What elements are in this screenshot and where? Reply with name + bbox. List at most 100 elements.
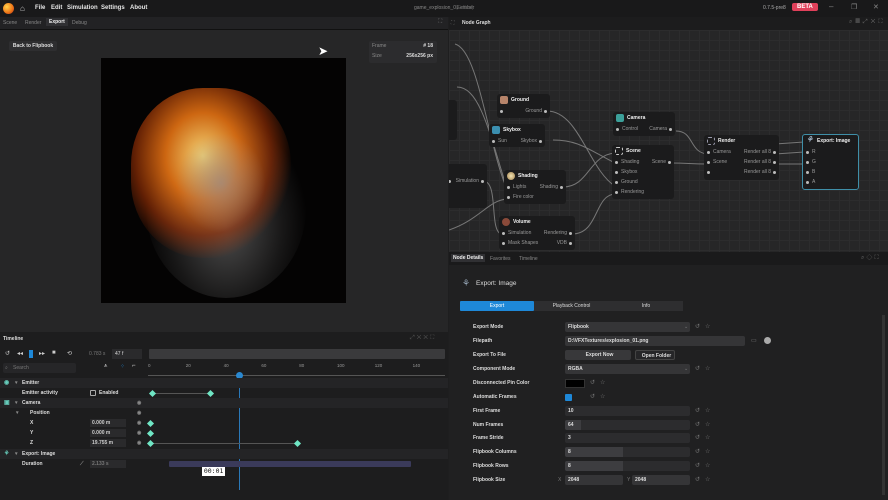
track-value-input[interactable]: 19.755 m <box>90 439 126 447</box>
pin-mask-shapes-in[interactable]: Mask Shapes <box>508 240 538 246</box>
track-value-input[interactable]: 2.133 s <box>90 460 126 468</box>
time-readout[interactable]: 0.783 s <box>89 351 105 357</box>
pin-shading-out[interactable]: Shading <box>540 182 564 192</box>
visibility-eye-icon[interactable]: ◉ <box>137 408 141 418</box>
node-skybox[interactable]: Skybox Sun Skybox <box>489 124 545 147</box>
favorite-star-icon[interactable]: ☆ <box>705 475 710 485</box>
subtab-info[interactable]: Info <box>609 301 683 311</box>
menu-edit[interactable]: Edit <box>51 5 62 11</box>
pin-control-in[interactable]: Control <box>622 126 638 132</box>
favorite-star-icon[interactable]: ☆ <box>705 461 710 471</box>
reset-icon[interactable]: ↺ <box>695 364 700 374</box>
timeline-track[interactable]: X 0.000 m ◉ <box>0 418 448 428</box>
reset-icon[interactable]: ↺ <box>695 420 700 430</box>
favorite-star-icon[interactable]: ☆ <box>600 378 605 388</box>
tab-render[interactable]: Render <box>25 20 41 26</box>
curve-icon[interactable]: ⩚ <box>104 363 107 370</box>
color-swatch[interactable] <box>565 379 585 388</box>
reset-icon[interactable]: ↺ <box>590 378 595 388</box>
prop-select[interactable]: Flipbook <box>565 322 690 332</box>
timeline-track[interactable]: ◉ ▾ Emitter <box>0 378 448 388</box>
tab-favorites[interactable]: Favorites <box>490 256 511 262</box>
duration-bar[interactable] <box>168 461 411 467</box>
reset-icon[interactable]: ↺ <box>695 475 700 485</box>
prop-select[interactable]: RGBA <box>565 364 690 374</box>
minimize-icon[interactable]: – <box>829 2 833 11</box>
favorite-star-icon[interactable]: ☆ <box>705 420 710 430</box>
node-partial-top[interactable] <box>449 100 457 140</box>
pin-fire-color-in[interactable]: Fire color <box>513 194 534 200</box>
reset-icon[interactable]: ↺ <box>695 406 700 416</box>
timeline-ruler[interactable] <box>148 375 445 376</box>
timeline-track[interactable]: Y 0.000 m ◉ <box>0 428 448 438</box>
pin-r-in[interactable]: R <box>812 149 816 155</box>
tab-debug[interactable]: Debug <box>72 20 87 26</box>
pin-render-out-1[interactable]: Render all 8 <box>744 147 776 157</box>
pin-skybox-in[interactable]: Skybox <box>621 169 637 175</box>
visibility-eye-icon[interactable]: ◉ <box>137 418 141 428</box>
back-to-flipbook-button[interactable]: Back to Flipbook <box>9 41 57 51</box>
timeline-track[interactable]: Z 19.755 m ◉ <box>0 438 448 448</box>
visibility-eye-icon[interactable]: ◉ <box>137 398 141 408</box>
track-search-input[interactable]: ⌕ Search <box>3 363 76 373</box>
number-slider[interactable]: 64 <box>565 420 690 430</box>
automatic-frames-checkbox[interactable] <box>565 394 572 401</box>
number-slider[interactable]: 3 <box>565 433 690 443</box>
restore-icon[interactable]: ❐ <box>851 3 857 11</box>
end-icon[interactable]: ■ <box>52 350 56 356</box>
pin-simulation-in[interactable]: Simulation <box>508 230 531 236</box>
key-icon[interactable]: ⌐ <box>132 363 136 369</box>
skip-forward-icon[interactable]: ▸▸ <box>39 350 45 357</box>
skip-back-icon[interactable]: ◂◂ <box>17 350 23 357</box>
timeline-window-icons[interactable]: ⤢✕✕⛶ <box>410 335 436 342</box>
subtab-playback-control[interactable]: Playback Control <box>534 301 609 311</box>
details-toolbar-icons[interactable]: ⌕◇⛶ <box>861 255 881 262</box>
tab-node-details[interactable]: Node Details <box>451 254 486 262</box>
loop-back-icon[interactable]: ↺ <box>5 350 10 357</box>
pin-scene-in[interactable]: Scene <box>713 159 727 165</box>
graph-toolbar-icons[interactable]: ⌕▦⤢✕⛶ <box>849 19 886 26</box>
pin-simulation-out[interactable]: Simulation <box>456 176 485 186</box>
home-icon[interactable]: ⌂ <box>20 4 25 13</box>
pause-button[interactable] <box>29 350 33 358</box>
reset-icon[interactable]: ↺ <box>590 392 595 402</box>
tab-timeline-details[interactable]: Timeline <box>519 256 538 262</box>
expand-icon[interactable]: ⛶ <box>451 20 455 26</box>
pin-b-in[interactable]: B <box>812 169 815 175</box>
timeline-track[interactable]: Emitter activity Enabled <box>0 388 448 398</box>
node-scene[interactable]: Scene Shading Scene Skybox Ground Renderi… <box>612 145 674 199</box>
export-now-button[interactable]: Export Now <box>565 350 631 360</box>
pin-sun-in[interactable]: Sun <box>498 138 507 144</box>
close-icon[interactable]: ✕ <box>873 3 879 11</box>
pin-g-in[interactable]: G <box>812 159 816 165</box>
favorite-star-icon[interactable]: ☆ <box>705 433 710 443</box>
open-folder-button[interactable]: Open Folder <box>635 350 675 360</box>
size-x-input[interactable]: 2048 <box>565 475 623 485</box>
enabled-checkbox[interactable] <box>90 390 96 396</box>
menu-simulation[interactable]: Simulation <box>67 5 98 11</box>
favorite-star-icon[interactable]: ☆ <box>705 406 710 416</box>
node-render[interactable]: Render Camera Render all 8 Scene Render al… <box>704 135 779 180</box>
expand-arrow-icon[interactable]: ▾ <box>15 378 18 388</box>
node-graph-canvas[interactable]: Simulation Ground Ground Skybox Sun Skybo… <box>449 30 888 252</box>
reset-icon[interactable]: ↺ <box>695 322 700 332</box>
reset-icon[interactable]: ↺ <box>695 461 700 471</box>
pin-scene-out[interactable]: Scene <box>652 157 672 167</box>
info-icon[interactable] <box>764 337 771 344</box>
pin-vdb-out[interactable]: VDB <box>557 238 573 248</box>
pin-camera-in[interactable]: Camera <box>713 149 731 155</box>
tab-export[interactable]: Export <box>46 18 68 26</box>
pin-shading-in[interactable]: Shading <box>621 159 639 165</box>
node-ground[interactable]: Ground Ground <box>497 94 550 118</box>
timeline-track[interactable]: ▾ Position ◉ <box>0 408 448 418</box>
pin-render-out-2[interactable]: Render all 8 <box>744 157 776 167</box>
expand-arrow-icon[interactable]: ▾ <box>15 398 18 408</box>
favorite-star-icon[interactable]: ☆ <box>705 447 710 457</box>
curve-edit-icon[interactable]: ⟋ <box>80 459 84 469</box>
pin-ground-out[interactable]: Ground <box>525 106 547 116</box>
size-y-input[interactable]: 2048 <box>632 475 690 485</box>
loop-icon[interactable]: ⟲ <box>67 350 72 357</box>
pin-rendering-in[interactable]: Rendering <box>621 189 644 195</box>
node-volume[interactable]: Volume Simulation Rendering Mask Shapes VD… <box>499 216 575 250</box>
subtab-export[interactable]: Export <box>460 301 534 311</box>
